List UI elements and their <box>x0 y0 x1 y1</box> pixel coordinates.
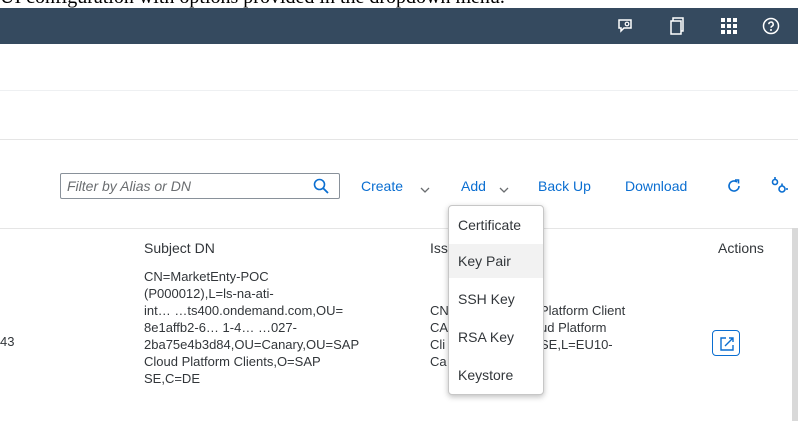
settings-icon[interactable] <box>769 177 789 200</box>
object-header-area <box>0 91 798 140</box>
row-number-fragment: 43 <box>0 334 15 349</box>
subject-line: CN=MarketEnty-POC <box>144 269 269 284</box>
refresh-icon[interactable] <box>725 177 743 200</box>
chat-feedback-icon[interactable] <box>614 16 636 36</box>
subject-line: SE,C=DE <box>144 371 200 386</box>
search-input[interactable] <box>67 177 307 195</box>
column-header-actions: Actions <box>718 240 764 256</box>
menu-item-keystore[interactable]: Keystore <box>449 358 543 392</box>
chevron-down-icon <box>420 181 430 199</box>
create-button[interactable]: Create <box>361 178 403 194</box>
subject-line: Cloud Platform Clients,O=SAP <box>144 354 321 369</box>
subject-line: int… …ts400.ondemand.com,OU= <box>144 303 344 318</box>
table-row[interactable]: 43 CN=MarketEnty-POC (P000012),L=ls-na-a… <box>0 265 798 421</box>
back-up-button[interactable]: Back Up <box>538 178 591 194</box>
subject-line: 8e1affb2-6… 1-4… …027- <box>144 320 297 335</box>
table-header: Subject DN Iss Actions <box>0 228 798 266</box>
menu-item-certificate[interactable]: Certificate <box>449 208 543 242</box>
open-details-button[interactable] <box>712 330 740 356</box>
caption-text: UI configuration with options provided i… <box>0 0 505 8</box>
vertical-scrollbar[interactable] <box>792 228 798 421</box>
search-icon[interactable] <box>313 178 329 199</box>
add-button[interactable]: Add <box>461 178 486 194</box>
issuer-dn-cell-visible-part: Platform Client ud Platform SE,L=EU10- <box>540 302 625 353</box>
caption-strip: UI configuration with options provided i… <box>0 0 798 8</box>
menu-item-key-pair[interactable]: Key Pair <box>449 244 543 278</box>
page-header-area <box>0 44 798 91</box>
keystore-toolbar: Create Add Back Up Download <box>0 140 798 228</box>
search-field[interactable] <box>60 173 340 199</box>
shell-bar <box>0 8 798 44</box>
menu-item-ssh-key[interactable]: SSH Key <box>449 282 543 316</box>
download-button[interactable]: Download <box>625 178 687 194</box>
copy-icon[interactable] <box>666 16 688 36</box>
subject-line: (P000012),L=ls-na-ati- <box>144 286 274 301</box>
issuer-line: ud Platform <box>540 320 607 335</box>
help-icon[interactable] <box>760 16 782 36</box>
add-dropdown-menu: Certificate Key Pair SSH Key RSA Key Key… <box>448 205 544 395</box>
column-header-subject[interactable]: Subject DN <box>144 240 215 256</box>
chevron-down-icon <box>499 181 509 199</box>
column-header-issuer[interactable]: Iss <box>430 240 448 256</box>
menu-item-rsa-key[interactable]: RSA Key <box>449 320 543 354</box>
subject-dn-cell: CN=MarketEnty-POC (P000012),L=ls-na-ati-… <box>144 268 389 387</box>
open-external-icon <box>719 336 735 357</box>
issuer-line: SE,L=EU10- <box>540 337 613 352</box>
issuer-line: Platform Client <box>540 303 626 318</box>
product-switch-icon[interactable] <box>718 16 740 36</box>
subject-line: 2ba75e4b3d84,OU=Canary,OU=SAP <box>144 337 360 352</box>
